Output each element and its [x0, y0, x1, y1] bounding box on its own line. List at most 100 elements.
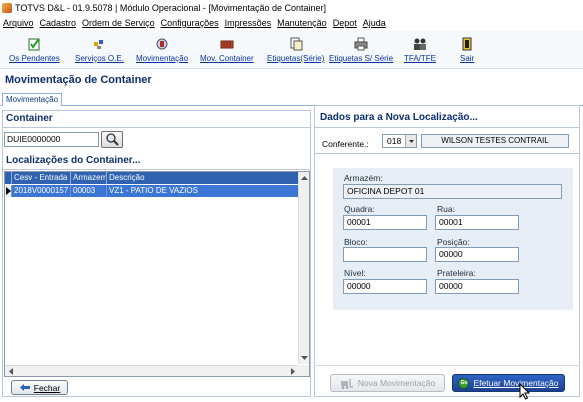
column-header-armazem[interactable]: Armazem [71, 172, 107, 184]
container-icon [220, 37, 234, 51]
column-header-descricao[interactable]: Descrição [107, 172, 299, 184]
search-button[interactable] [101, 131, 123, 148]
tab-strip: Movimentação [0, 92, 583, 106]
armazem-label: Armazém: [344, 173, 383, 183]
toolbar-label: Serviços O.E. [75, 54, 124, 63]
new-movement-label: Nova Movimentação [357, 378, 436, 388]
go-icon: Go [458, 377, 470, 389]
people-icon [413, 37, 427, 51]
movement-icon [155, 37, 169, 51]
toolbar-movimentacao-button[interactable]: Movimentação [136, 33, 188, 63]
scrollbar-corner [298, 365, 309, 376]
horizontal-scrollbar[interactable] [5, 365, 299, 376]
posicao-label: Posição: [437, 237, 470, 247]
prateleira-input[interactable]: 00000 [435, 279, 519, 294]
prateleira-label: Prateleira: [437, 268, 476, 278]
search-icon [106, 133, 119, 146]
menu-arquivo[interactable]: Arquivo [0, 18, 37, 28]
execute-movement-button[interactable]: Go Efetuar Movimentação [452, 374, 565, 392]
toolbar-os-pendentes-button[interactable]: Os Pendentes [9, 33, 60, 63]
conferente-name-field: WILSON TESTES CONTRAIL [421, 134, 569, 148]
back-arrow-icon [19, 384, 30, 391]
menu-ordem-de-servico[interactable]: Ordem de Serviço [79, 18, 158, 28]
menu-manutencao[interactable]: Manutenção [274, 18, 330, 28]
armazem-field[interactable]: OFICINA DEPOT 01 [343, 184, 562, 199]
bloco-label: Bloco: [344, 237, 368, 247]
toolbar-etiquetas-serie-button[interactable]: Etiquetas(Série) [267, 33, 324, 63]
title-bar: TOTVS D&L - 01.9.5078 | Módulo Operacion… [0, 0, 583, 16]
forklift-icon [340, 378, 353, 389]
menu-ajuda[interactable]: Ajuda [360, 18, 389, 28]
row-pointer-icon [6, 187, 11, 195]
cell-descricao: VZ1 - PATIO DE VAZIOS [107, 185, 299, 197]
container-panel: Container DUIE0000000 Localizações do Co… [2, 110, 311, 397]
menu-configuracoes[interactable]: Configurações [158, 18, 222, 28]
toolbar-label: Sair [460, 54, 475, 63]
conferente-label: Conferente.: [322, 139, 369, 149]
services-icon [92, 37, 106, 51]
row-indicator [5, 185, 12, 197]
grid-header-row: Cesv - Entrada Armazem Descrição [5, 172, 305, 184]
scroll-up-icon[interactable] [299, 173, 310, 183]
labels-icon [289, 37, 303, 51]
conferente-code-value: 018 [387, 136, 402, 146]
scroll-right-icon[interactable] [288, 366, 298, 377]
menu-depot[interactable]: Depot [330, 18, 360, 28]
toolbar-etiquetas-sem-serie-button[interactable]: Etiquetas S/ Série [329, 33, 393, 63]
divider [315, 153, 579, 154]
chevron-down-icon[interactable] [405, 135, 416, 147]
toolbar-label: Etiquetas(Série) [267, 54, 325, 63]
scroll-down-icon[interactable] [299, 353, 310, 363]
locations-section-title: Localizações do Container... [6, 155, 141, 166]
printer-icon [354, 37, 368, 51]
exit-door-icon [460, 37, 474, 51]
tab-movimentacao[interactable]: Movimentação [2, 93, 63, 106]
execute-movement-label: Efetuar Movimentação [473, 378, 559, 388]
mouse-cursor-icon [519, 383, 531, 400]
toolbar-tfa-tfe-button[interactable]: TFA/TFE [404, 33, 436, 63]
toolbar-label: Os Pendentes [9, 54, 60, 63]
toolbar: Os Pendentes Serviços O.E. Movimentação … [0, 31, 583, 69]
menu-cadastro[interactable]: Cadastro [37, 18, 80, 28]
toolbar-servicos-oe-button[interactable]: Serviços O.E. [75, 33, 124, 63]
container-section-title: Container [6, 113, 53, 124]
toolbar-label: TFA/TFE [404, 54, 436, 63]
toolbar-mov-container-button[interactable]: Mov. Container [200, 33, 254, 63]
column-header-cesv[interactable]: Cesv - Entrada [12, 172, 71, 184]
menu-bar: Arquivo Cadastro Ordem de Serviço Config… [0, 16, 583, 30]
scroll-left-icon[interactable] [6, 366, 16, 377]
toolbar-sair-button[interactable]: Sair [460, 33, 474, 63]
conferente-select[interactable]: 018 [382, 134, 417, 148]
new-location-title: Dados para a Nova Localização... [320, 112, 478, 123]
location-fields-group: Armazém: OFICINA DEPOT 01 Quadra: 00001 … [333, 168, 573, 310]
check-clipboard-icon [27, 37, 41, 51]
close-button-label: Fechar [33, 382, 61, 393]
nivel-input[interactable]: 00000 [343, 279, 427, 294]
grid-indicator-header [5, 172, 12, 184]
new-movement-button[interactable]: Nova Movimentação [330, 374, 445, 392]
app-icon [2, 3, 12, 13]
divider [314, 365, 580, 366]
table-row[interactable]: 2018V0000157 00003 VZ1 - PATIO DE VAZIOS [5, 185, 299, 197]
nivel-label: Nível: [344, 268, 366, 278]
divider [3, 127, 310, 128]
container-input[interactable]: DUIE0000000 [4, 132, 99, 147]
locations-grid: Cesv - Entrada Armazem Descrição 2018V00… [4, 171, 310, 377]
divider [315, 127, 579, 128]
menu-impressoes[interactable]: Impressões [222, 18, 275, 28]
posicao-input[interactable]: 00000 [435, 247, 519, 262]
rua-label: Rua: [437, 204, 455, 214]
close-button[interactable]: Fechar [11, 380, 68, 395]
toolbar-label: Etiquetas S/ Série [329, 54, 394, 63]
cell-armazem: 00003 [71, 185, 107, 197]
quadra-input[interactable]: 00001 [343, 215, 427, 230]
vertical-scrollbar[interactable] [298, 172, 309, 364]
toolbar-label: Movimentação [136, 54, 189, 63]
new-location-panel: Dados para a Nova Localização... Confere… [314, 105, 580, 397]
cell-cesv: 2018V0000157 [12, 185, 71, 197]
divider [3, 169, 310, 170]
rua-input[interactable]: 00001 [435, 215, 519, 230]
bloco-input[interactable] [343, 247, 427, 262]
window-title: TOTVS D&L - 01.9.5078 | Módulo Operacion… [15, 3, 326, 13]
quadra-label: Quadra: [344, 204, 375, 214]
